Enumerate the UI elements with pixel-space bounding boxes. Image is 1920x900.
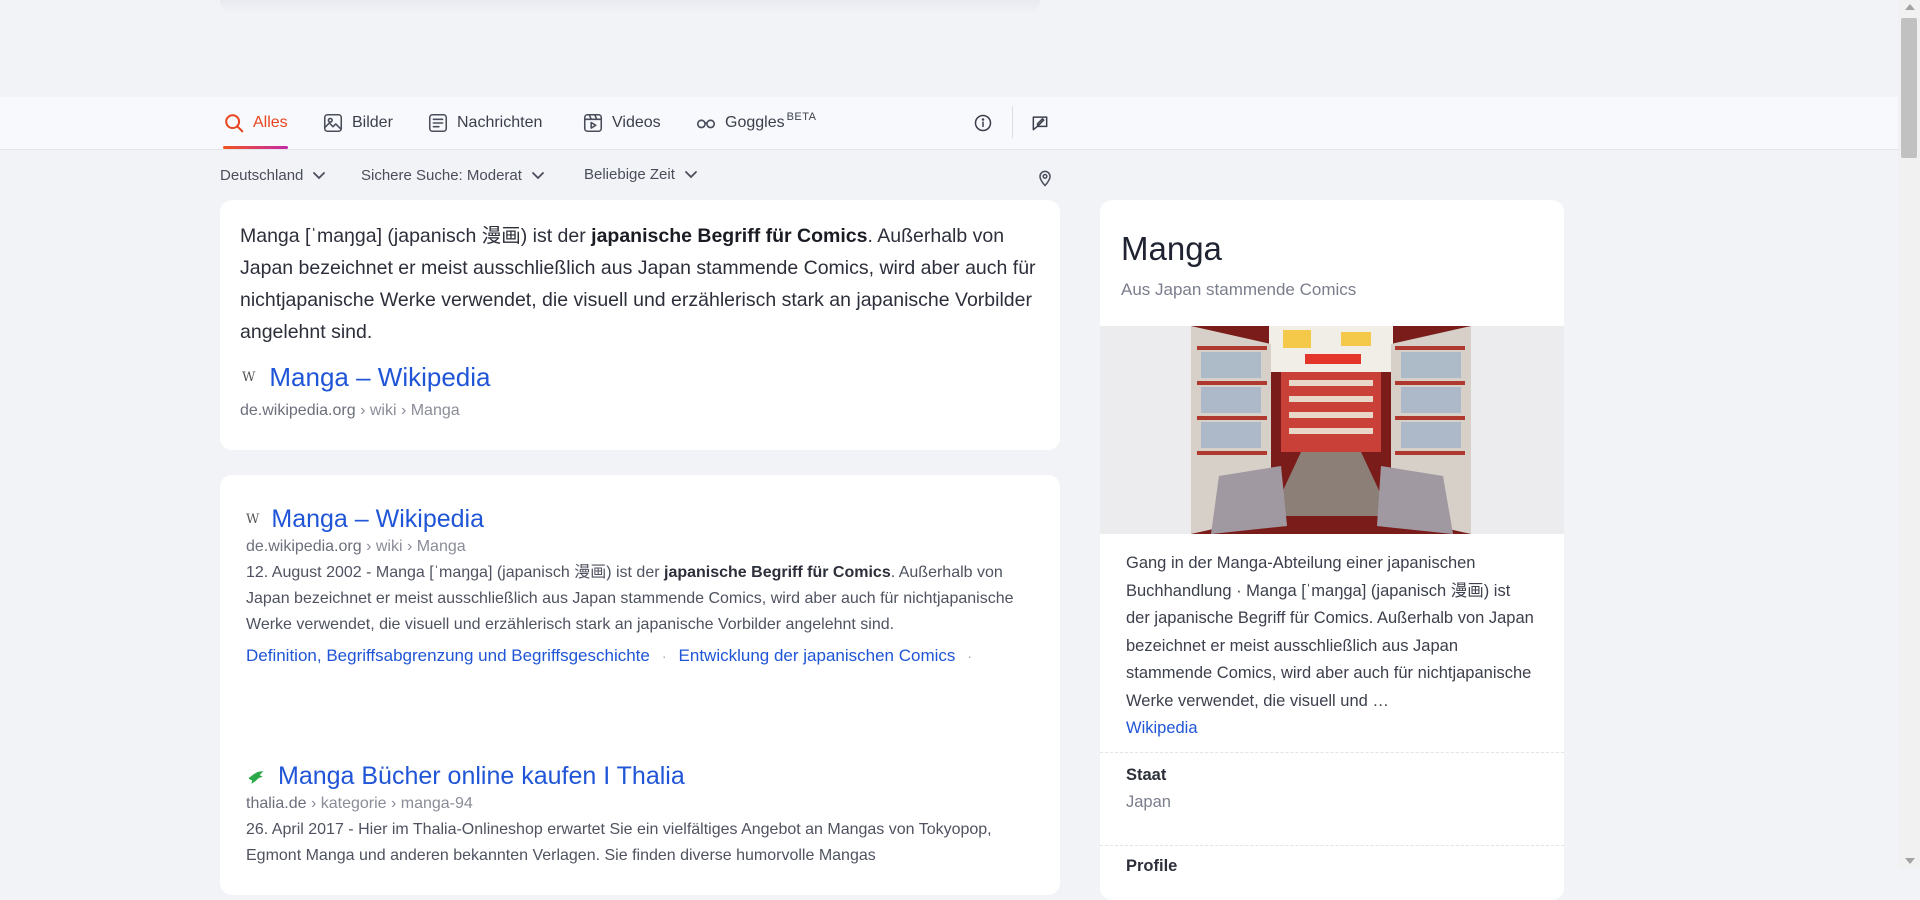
snippet-breadcrumb: de.wikipedia.org › wiki › Manga (240, 402, 460, 419)
result-breadcrumb: thalia.de › kategorie › manga-94 (246, 795, 473, 812)
header-area (0, 0, 1898, 97)
scroll-down-arrow-icon[interactable] (1905, 858, 1915, 864)
thalia-bird-icon (248, 770, 264, 783)
search-icon (225, 114, 244, 133)
tab-all[interactable]: Alles (223, 97, 288, 149)
safe-search-filter[interactable]: Sichere Suche: Moderat (361, 163, 546, 187)
result-title-link[interactable]: Manga – Wikipedia (271, 505, 484, 534)
time-filter[interactable]: Beliebige Zeit (584, 162, 699, 186)
region-filter[interactable]: Deutschland (220, 163, 327, 187)
tab-videos[interactable]: Videos (582, 97, 661, 149)
knowledge-panel: Manga Aus Japan stammende Comics Gang in… (1100, 200, 1564, 900)
knowledge-panel-source-link[interactable]: Wikipedia (1126, 719, 1198, 737)
fact-label-state: Staat (1126, 766, 1167, 784)
snippet-source-title-row: W Manga – Wikipedia (242, 362, 491, 393)
fact-value-state: Japan (1126, 793, 1171, 811)
feedback-button[interactable] (1028, 111, 1052, 135)
goggles-icon (696, 119, 716, 129)
tab-goggles-label: Goggles BETA (725, 111, 817, 131)
active-tab-indicator (223, 146, 288, 149)
region-filter-label: Deutschland (220, 166, 304, 184)
wikipedia-icon: W (246, 512, 260, 527)
news-icon (428, 113, 448, 133)
time-filter-label: Beliebige Zeit (584, 165, 675, 183)
result-sublinks: Definition, Begriffsabgrenzung und Begri… (246, 646, 1046, 666)
fact-label-profiles: Profile (1126, 857, 1178, 875)
chevron-down-icon (313, 172, 326, 180)
divider (1100, 845, 1564, 846)
tab-goggles[interactable]: Goggles BETA (695, 97, 817, 149)
location-pin-icon (1039, 170, 1051, 187)
nav-divider (1012, 106, 1013, 138)
separator-dot: · (661, 648, 667, 664)
tab-videos-label: Videos (612, 114, 661, 131)
search-result: W Manga – Wikipedia de.wikipedia.org › w… (246, 505, 1046, 666)
knowledge-panel-subtitle: Aus Japan stammende Comics (1121, 280, 1357, 299)
knowledge-panel-image-area (1100, 326, 1564, 534)
result-description: 12. August 2002 - Manga [ˈmaŋɡa] (japani… (246, 564, 1014, 633)
tab-images-label: Bilder (352, 114, 393, 131)
tab-news[interactable]: Nachrichten (427, 97, 542, 149)
scroll-up-arrow-icon[interactable] (1905, 4, 1915, 10)
result-title-row: Manga Bücher online kaufen I Thalia (246, 762, 1046, 791)
snippet-text: Manga [ˈmaŋɡa] (japanisch 漫画) ist der ja… (240, 225, 1036, 343)
safe-search-label: Sichere Suche: Moderat (361, 166, 522, 184)
result-breadcrumb: de.wikipedia.org › wiki › Manga (246, 538, 466, 555)
sublink-definition[interactable]: Definition, Begriffsabgrenzung und Begri… (246, 646, 650, 666)
separator-dot: · (967, 648, 973, 664)
result-title-row: W Manga – Wikipedia (246, 505, 1046, 534)
result-title-link[interactable]: Manga Bücher online kaufen I Thalia (278, 762, 685, 791)
chevron-down-icon (532, 172, 544, 180)
search-bar-shadow (220, 0, 1040, 14)
divider (1100, 752, 1564, 753)
scroll-thumb[interactable] (1901, 18, 1917, 158)
results-card: W Manga – Wikipedia de.wikipedia.org › w… (220, 475, 1060, 895)
info-button[interactable] (971, 111, 995, 135)
video-icon (583, 113, 603, 133)
knowledge-panel-title: Manga (1121, 230, 1222, 267)
tab-all-label: Alles (253, 114, 288, 131)
page-scrollbar[interactable] (1898, 0, 1920, 868)
info-icon (974, 114, 992, 132)
search-tabs-bar: Alles Bilder Nachrichten Videos Goggles B… (0, 97, 1898, 150)
tab-news-label: Nachrichten (457, 114, 543, 131)
snippet-highlight: japanische Begriff für Comics (591, 225, 868, 247)
feedback-icon (1032, 116, 1048, 131)
wikipedia-icon: W (242, 370, 256, 385)
featured-snippet: Manga [ˈmaŋɡa] (japanisch 漫画) ist der ja… (220, 200, 1060, 450)
chevron-down-icon (684, 171, 697, 179)
manga-bookstore-image[interactable] (1191, 326, 1471, 534)
sublink-development[interactable]: Entwicklung der japanischen Comics (679, 646, 956, 666)
image-icon (323, 113, 343, 133)
search-result: Manga Bücher online kaufen I Thalia thal… (246, 762, 1046, 869)
beta-badge: BETA (786, 111, 817, 123)
location-button[interactable] (1033, 166, 1057, 190)
result-description: 26. April 2017 - Hier im Thalia-Onlinesh… (246, 821, 992, 864)
tab-images[interactable]: Bilder (322, 97, 393, 149)
knowledge-panel-description: Gang in der Manga-Abteilung einer japani… (1126, 554, 1534, 737)
snippet-source-link[interactable]: Manga – Wikipedia (269, 362, 490, 393)
